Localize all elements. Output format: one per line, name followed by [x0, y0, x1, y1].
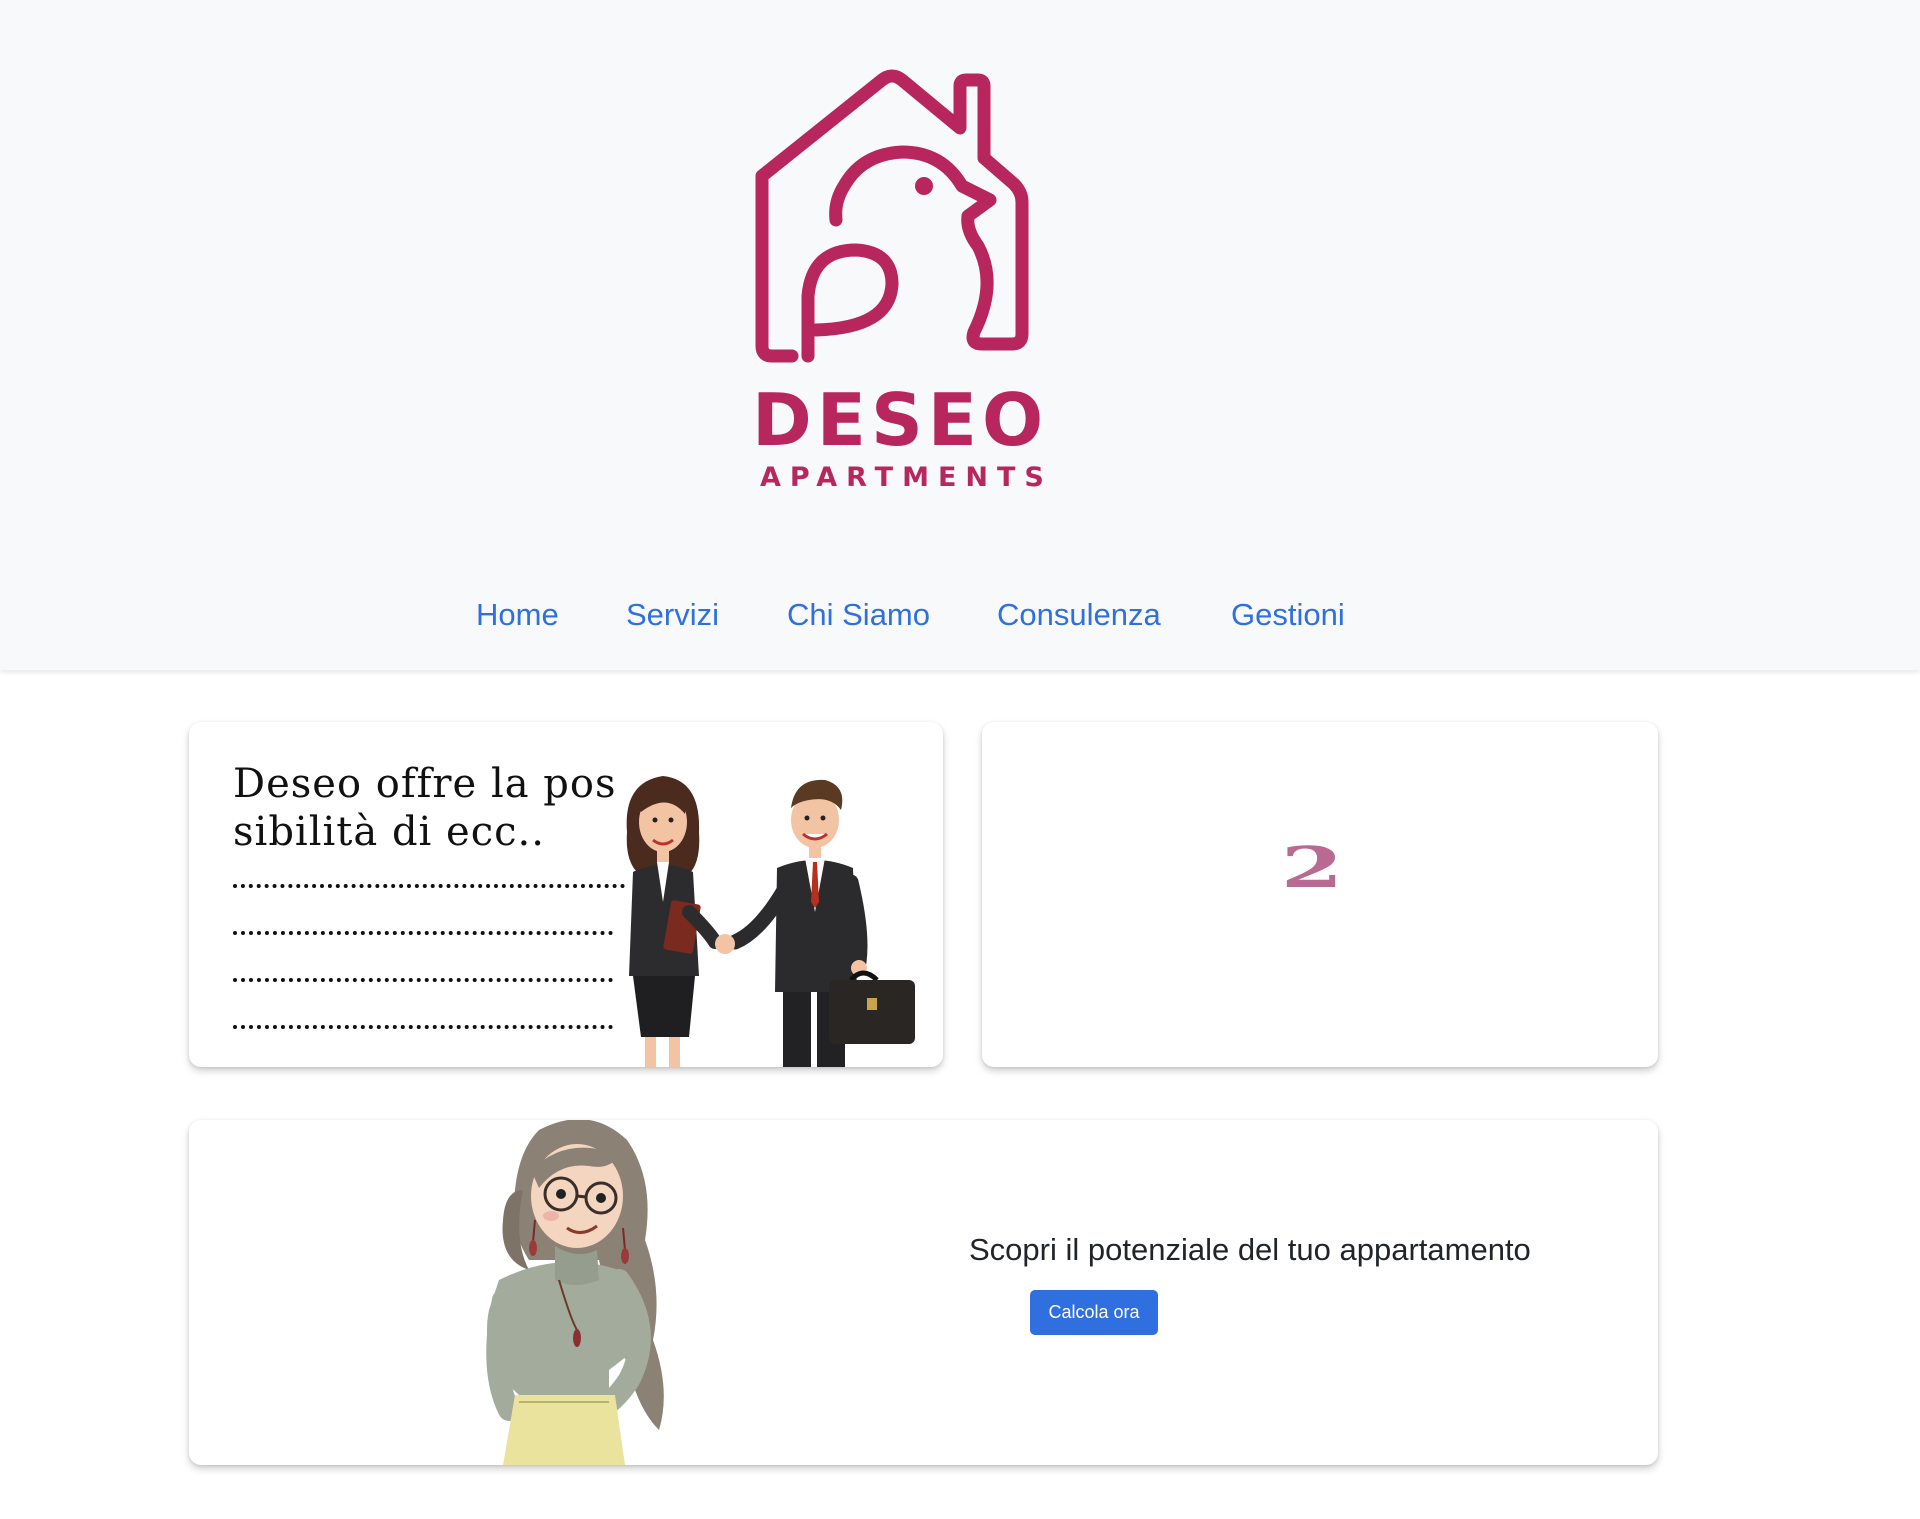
brand-logo[interactable]: DESEO APARTMENTS — [752, 66, 1053, 508]
dotted-line — [233, 978, 613, 982]
site-header: DESEO APARTMENTS Home Servizi Chi Siamo … — [0, 0, 1920, 670]
nav-consulenza[interactable]: Consulenza — [997, 590, 1161, 640]
nav-servizi[interactable]: Servizi — [626, 590, 719, 640]
cta-card: Scopri il potenziale del tuo appartament… — [189, 1120, 1658, 1465]
slide-2-card[interactable]: 2 — [982, 722, 1658, 1067]
house-bird-icon — [755, 69, 1029, 363]
cta-title: Scopri il potenziale del tuo appartament… — [969, 1232, 1531, 1267]
brand-name: DESEO — [752, 378, 1049, 462]
main-nav: Home Servizi Chi Siamo Consulenza Gestio… — [0, 590, 1920, 640]
dotted-line — [233, 1025, 613, 1029]
dotted-line — [233, 884, 625, 888]
nav-gestioni[interactable]: Gestioni — [1231, 590, 1345, 640]
brand-subtitle: APARTMENTS — [760, 462, 1053, 493]
nav-chi-siamo[interactable]: Chi Siamo — [787, 590, 930, 640]
nav-home[interactable]: Home — [476, 590, 559, 640]
intro-slide-card[interactable]: Deseo offre la possibilità di ecc.. — [189, 722, 943, 1067]
woman-illustration — [486, 1120, 664, 1465]
calcola-ora-button[interactable]: Calcola ora — [1030, 1290, 1158, 1335]
handshake-illustration — [626, 776, 915, 1067]
dotted-line — [233, 931, 613, 935]
intro-text: Deseo offre la possibilità di ecc.. — [233, 761, 617, 855]
slide-number: 2 — [1280, 835, 1344, 901]
